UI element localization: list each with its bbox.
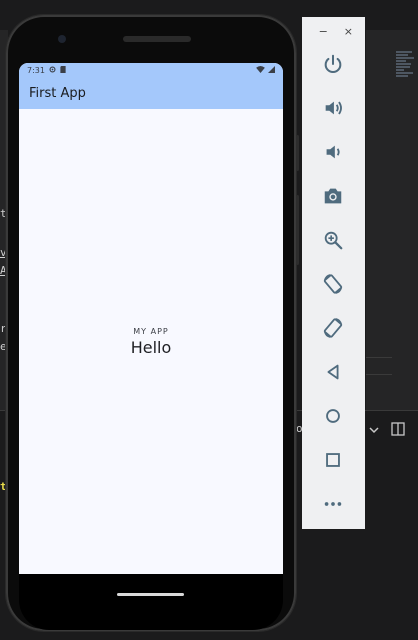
volume-side-button xyxy=(296,195,299,265)
volume-up-icon xyxy=(325,101,342,115)
app-bar-title: First App xyxy=(29,86,86,101)
power-icon xyxy=(324,54,342,73)
back-button[interactable] xyxy=(317,358,349,386)
settings-icon xyxy=(49,66,56,75)
more-button[interactable] xyxy=(317,490,349,518)
front-camera xyxy=(58,35,66,43)
wifi-icon xyxy=(256,66,265,75)
gesture-nav-bar xyxy=(19,574,283,630)
power-side-button xyxy=(296,135,299,171)
android-emulator-device: 7:31 First App MY APP Hello xyxy=(6,15,299,631)
rotate-left-button[interactable] xyxy=(317,270,349,298)
screenshot-button[interactable] xyxy=(317,182,349,210)
minimize-button[interactable]: − xyxy=(319,25,328,38)
signal-icon xyxy=(268,66,275,75)
device-screen[interactable]: 7:31 First App MY APP Hello xyxy=(19,63,283,574)
overview-button[interactable] xyxy=(317,446,349,474)
close-button[interactable]: × xyxy=(344,25,353,38)
home-gesture-pill[interactable] xyxy=(117,593,184,596)
back-icon xyxy=(327,364,339,380)
caption-text: MY APP xyxy=(133,326,169,336)
volume-down-icon xyxy=(326,145,340,159)
status-time: 7:31 xyxy=(27,66,45,75)
emulator-toolbar: − × xyxy=(302,17,365,529)
home-button[interactable] xyxy=(317,402,349,430)
volume-down-button[interactable] xyxy=(317,138,349,166)
greeting-text: Hello xyxy=(130,337,172,357)
rotate-right-button[interactable] xyxy=(317,314,349,342)
volume-up-button[interactable] xyxy=(317,94,349,122)
home-icon xyxy=(326,409,340,423)
overview-icon xyxy=(326,453,340,467)
ide-divider xyxy=(366,374,392,375)
more-icon xyxy=(324,502,342,506)
zoom-icon xyxy=(324,231,343,250)
camera-icon xyxy=(324,188,342,204)
editor-minimap[interactable] xyxy=(396,50,414,88)
chevron-down-icon[interactable] xyxy=(368,421,380,440)
status-bar: 7:31 xyxy=(19,63,283,78)
app-body: MY APP Hello xyxy=(19,109,283,574)
earpiece-speaker xyxy=(123,36,191,42)
app-bar: First App xyxy=(19,78,283,109)
rotate-right-icon xyxy=(323,318,343,338)
rotate-left-icon xyxy=(323,274,343,294)
split-editor-icon[interactable] xyxy=(391,421,405,440)
ide-divider xyxy=(366,357,392,358)
zoom-button[interactable] xyxy=(317,226,349,254)
power-button[interactable] xyxy=(317,50,349,78)
sd-card-icon xyxy=(60,66,66,75)
